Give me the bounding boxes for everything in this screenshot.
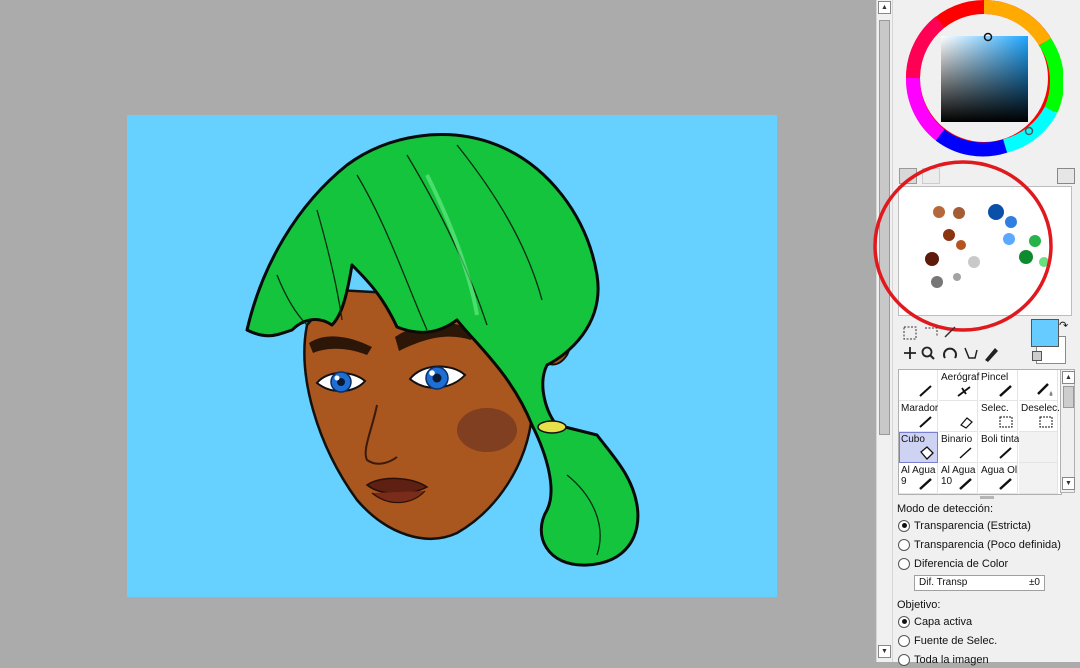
airbrush-icon — [957, 386, 971, 397]
radio-icon[interactable] — [898, 615, 910, 628]
scroll-up-arrow-icon[interactable]: ▲ — [878, 1, 891, 14]
brush-slot-deselect[interactable]: Deselec. — [1019, 401, 1060, 432]
magic-wand-icon — [944, 326, 956, 338]
rect-select-icon — [903, 326, 917, 340]
brush-slot-empty[interactable] — [1019, 432, 1058, 463]
target-title: Objetivo: — [897, 599, 941, 611]
brush-slot-select[interactable]: Selec. — [979, 401, 1018, 432]
swap-colors-icon[interactable]: ↷ — [1059, 319, 1068, 332]
brush-slot-water[interactable] — [1019, 370, 1058, 401]
ink-pen-icon — [999, 447, 1012, 459]
brush-slot-pincel[interactable]: Pincel — [979, 370, 1018, 401]
brush-slot-1[interactable] — [899, 370, 938, 401]
target-option-active-layer[interactable]: Capa activa — [898, 613, 972, 630]
radio-icon[interactable] — [898, 634, 910, 647]
water9-icon — [919, 478, 932, 490]
move-icon — [904, 347, 916, 359]
brush-slot-airbrush[interactable]: Aerógraf — [939, 370, 979, 401]
brush-scroll-thumb[interactable] — [1063, 386, 1074, 408]
brush-slot-water-oil[interactable]: Agua Ol — [979, 463, 1018, 494]
selection-tools — [901, 324, 1021, 366]
hsv-color-wheel[interactable] — [905, 0, 1063, 160]
radio-icon[interactable] — [898, 557, 910, 570]
water10-icon — [959, 478, 972, 490]
lasso-icon — [925, 327, 938, 336]
palette-menu-icon[interactable] — [1057, 168, 1075, 184]
annotation-circle — [873, 160, 1053, 332]
brush-slot-eraser[interactable] — [939, 401, 978, 432]
radio-icon[interactable] — [898, 653, 910, 666]
eraser-icon — [960, 417, 973, 429]
water-oil-icon — [999, 478, 1012, 490]
primary-color-swatch[interactable] — [1031, 319, 1059, 347]
panel-resize-grip[interactable] — [980, 496, 994, 499]
rotate-icon — [943, 347, 957, 359]
marker-icon — [919, 416, 932, 428]
detection-mode-title: Modo de detección: — [897, 503, 994, 515]
binary-pen-icon — [959, 447, 972, 459]
pen-icon — [919, 385, 932, 397]
brush-icon — [999, 385, 1012, 397]
brush-slot-water9[interactable]: Al Agua 9 — [899, 463, 938, 494]
brush-slot-ink-pen[interactable]: Boli tinta — [979, 432, 1019, 463]
radio-icon[interactable] — [898, 519, 910, 532]
detection-option-color-diff[interactable]: Diferencia de Color — [898, 555, 1008, 572]
brush-slot-marker[interactable]: Marador — [899, 401, 938, 432]
hand-icon — [964, 347, 978, 359]
artwork-canvas[interactable] — [127, 115, 777, 597]
brush-slot-bucket[interactable]: Cubo — [899, 432, 938, 463]
brush-scroll-up-icon[interactable]: ▲ — [1062, 371, 1075, 384]
detection-option-loose[interactable]: Transparencia (Poco definida) — [898, 536, 1061, 553]
canvas-area[interactable] — [0, 0, 876, 662]
right-tool-panel: ↷ Aerógraf Pincel Marador Selec. Deselec… — [873, 0, 1080, 666]
brush-slot-binary[interactable]: Binario — [939, 432, 978, 463]
brush-grid-scrollbar[interactable]: ▲ ▼ — [1060, 369, 1075, 493]
brush-slot-empty-2[interactable] — [1019, 463, 1058, 494]
brush-slot-water10[interactable]: Al Agua 10 — [939, 463, 978, 494]
target-option-whole-image[interactable]: Toda la imagen — [898, 651, 989, 668]
brush-tool-grid: Aerógraf Pincel Marador Selec. Deselec. — [898, 369, 1062, 495]
radio-icon[interactable] — [898, 538, 910, 551]
eyedropper-icon — [985, 348, 998, 362]
target-option-selection-source[interactable]: Fuente de Selec. — [898, 632, 997, 649]
scroll-down-arrow-icon[interactable]: ▼ — [878, 645, 891, 658]
reset-colors-icon[interactable] — [1032, 351, 1042, 361]
transp-diff-slider[interactable]: Dif. Transp ±0 — [914, 575, 1045, 591]
select-brush-icon — [999, 416, 1013, 428]
deselect-brush-icon — [1039, 416, 1053, 428]
water-brush-icon — [1037, 383, 1053, 396]
bucket-icon — [920, 446, 934, 460]
brush-scroll-down-icon[interactable]: ▼ — [1062, 477, 1075, 490]
detection-option-strict[interactable]: Transparencia (Estricta) — [898, 517, 1031, 534]
